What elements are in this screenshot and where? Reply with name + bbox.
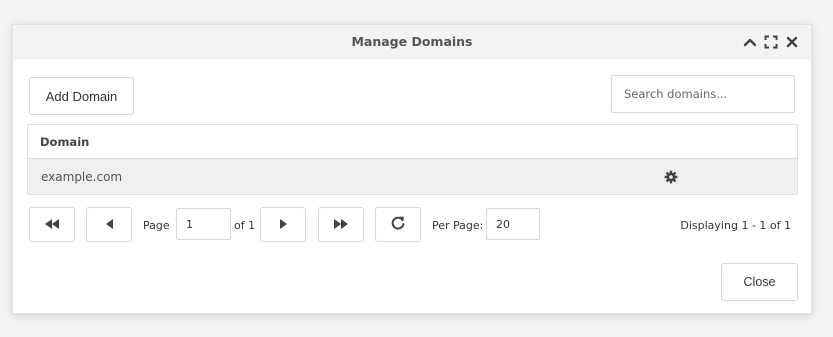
- close-button[interactable]: Close: [721, 263, 798, 301]
- dialog-title: Manage Domains: [351, 34, 473, 49]
- next-page-icon: [279, 217, 287, 232]
- displaying-status: Displaying 1 - 1 of 1: [680, 219, 791, 232]
- page-number-input[interactable]: [176, 208, 231, 240]
- dialog-titlebar: Manage Domains: [13, 25, 811, 59]
- per-page-label: Per Page:: [432, 219, 484, 232]
- gear-icon[interactable]: [664, 170, 678, 184]
- last-page-icon: [334, 217, 348, 232]
- grid-header: Domain: [28, 125, 797, 159]
- first-page-icon: [45, 217, 59, 232]
- page-count-label: of 1: [234, 219, 256, 232]
- prev-page-icon: [105, 217, 113, 232]
- column-header-domain[interactable]: Domain: [40, 135, 89, 149]
- maximize-icon[interactable]: [764, 35, 778, 49]
- add-domain-button[interactable]: Add Domain: [29, 77, 134, 115]
- first-page-button[interactable]: [29, 207, 75, 242]
- refresh-icon: [390, 215, 406, 234]
- table-row[interactable]: example.com: [28, 159, 797, 194]
- next-page-button[interactable]: [260, 207, 306, 242]
- per-page-input[interactable]: [486, 208, 540, 240]
- manage-domains-dialog: Manage Domains Add Domain Domain example…: [12, 24, 812, 314]
- page-label: Page: [143, 219, 170, 232]
- domains-grid: Domain example.com: [27, 124, 798, 195]
- last-page-button[interactable]: [318, 207, 364, 242]
- chevron-up-icon[interactable]: [743, 35, 757, 49]
- prev-page-button[interactable]: [86, 207, 132, 242]
- search-input[interactable]: [611, 75, 795, 113]
- close-icon[interactable]: [785, 35, 799, 49]
- refresh-button[interactable]: [375, 207, 421, 242]
- domain-cell: example.com: [41, 170, 123, 184]
